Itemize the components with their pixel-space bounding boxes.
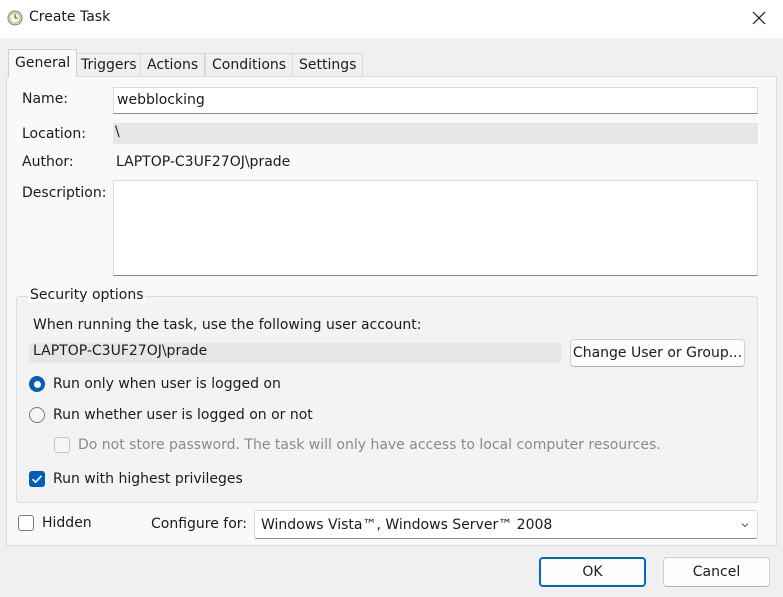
tab-settings[interactable]: Settings [292,53,364,76]
clock-icon [7,10,23,26]
checkbox-no-store-password [54,437,70,453]
window-title: Create Task [29,9,111,25]
title-bar: Create Task [0,0,783,38]
radio-run-whether[interactable] [29,407,45,423]
name-field[interactable]: webblocking [113,87,758,114]
no-store-password-label: Do not store password. The task will onl… [78,437,661,453]
highest-privileges-label[interactable]: Run with highest privileges [53,471,243,487]
location-label: Location: [22,126,86,142]
cancel-button[interactable]: Cancel [663,557,770,587]
name-value: webblocking [117,92,205,108]
hidden-label[interactable]: Hidden [42,515,92,531]
tab-actions[interactable]: Actions [140,53,206,76]
chevron-down-icon [741,523,749,528]
close-icon[interactable] [749,8,769,28]
account-prompt: When running the task, use the following… [33,317,422,333]
author-value: LAPTOP-C3UF27OJ\prade [116,154,291,170]
name-label: Name: [22,91,69,107]
configure-for-value: Windows Vista™, Windows Server™ 2008 [261,517,553,533]
change-user-button[interactable]: Change User or Group... [570,339,745,367]
security-options-label: Security options [28,287,146,303]
radio-run-whether-label[interactable]: Run whether user is logged on or not [53,407,313,423]
tab-general[interactable]: General [8,49,78,77]
radio-run-logged-on-label[interactable]: Run only when user is logged on [53,376,281,392]
tab-triggers[interactable]: Triggers [74,53,144,76]
configure-for-dropdown[interactable]: Windows Vista™, Windows Server™ 2008 [254,510,758,539]
configure-for-label: Configure for: [151,516,248,532]
user-account-field: LAPTOP-C3UF27OJ\prade [29,343,561,363]
ok-button[interactable]: OK [539,557,646,587]
location-value: \ [115,124,120,140]
checkbox-highest-privileges[interactable] [29,471,45,487]
tab-conditions[interactable]: Conditions [205,53,294,76]
user-account-value: LAPTOP-C3UF27OJ\prade [33,343,208,359]
checkbox-hidden[interactable] [18,515,34,531]
radio-run-logged-on[interactable] [29,376,45,392]
description-field[interactable] [113,180,758,276]
description-label: Description: [22,185,107,201]
checkmark-icon [31,475,43,484]
author-label: Author: [22,154,74,170]
location-field: \ [113,123,758,144]
